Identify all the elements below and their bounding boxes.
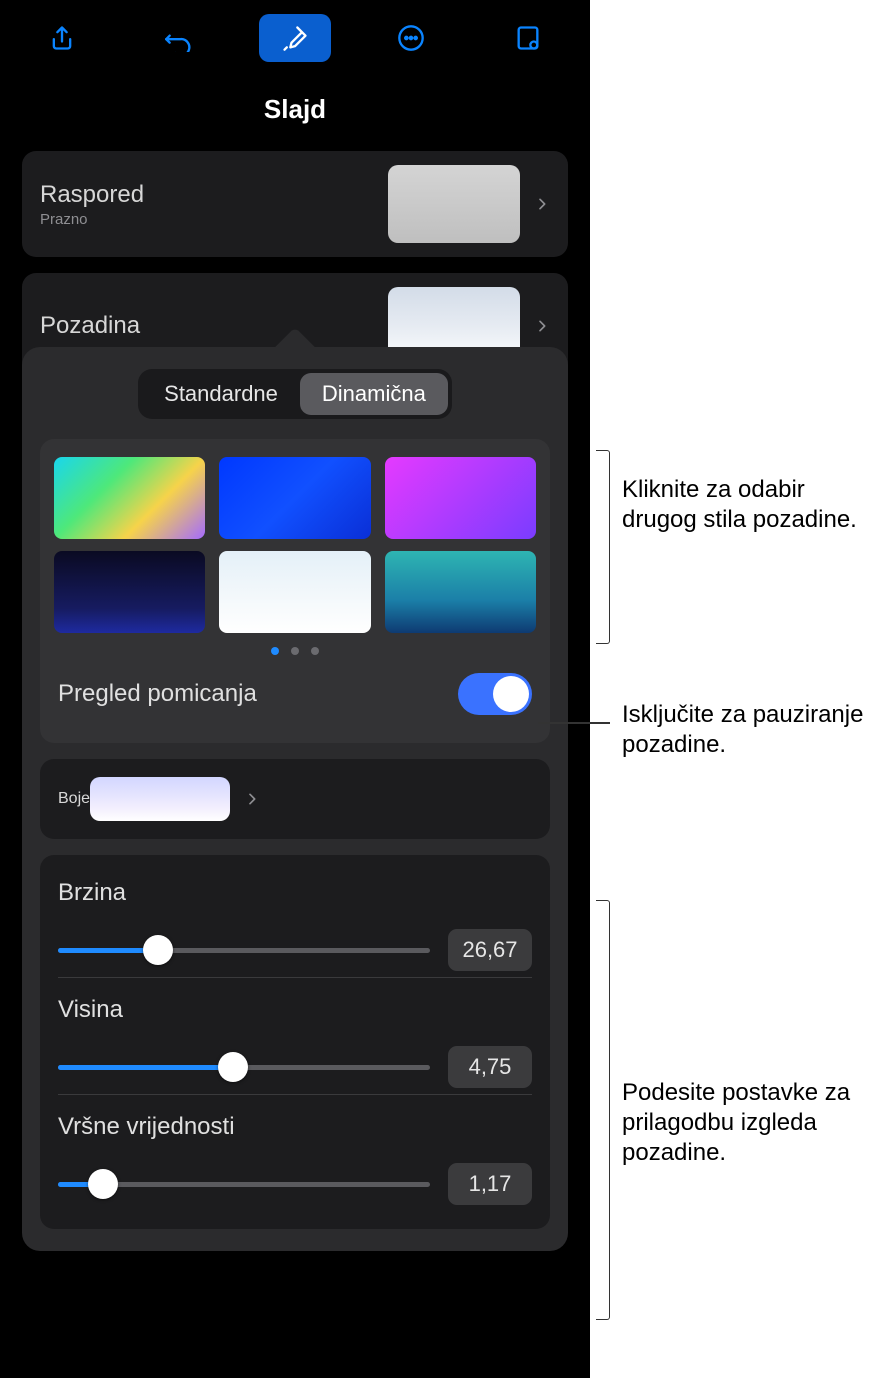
bg-style-3[interactable] [385,457,536,539]
chevron-right-icon [534,196,550,212]
bg-style-4[interactable] [54,551,205,633]
segment-standard[interactable]: Standardne [142,373,300,415]
background-label: Pozadina [40,312,140,340]
share-icon[interactable] [26,14,98,62]
dynamic-background-sliders: Brzina 26,67 Visina [40,855,550,1229]
background-popover: Standardne Dinamična Pr [22,347,568,1251]
peaks-row: Vršne vrijednosti 1,17 [58,1094,532,1211]
height-label: Visina [58,996,532,1024]
background-mode-segment: Standardne Dinamična [138,369,452,419]
speed-row: Brzina 26,67 [58,861,532,977]
callout-bracket-3 [596,900,610,1320]
peaks-label: Vršne vrijednosti [58,1113,532,1141]
speed-slider[interactable] [58,948,430,953]
height-slider[interactable] [58,1065,430,1070]
dynamic-background-swatches: Pregled pomicanja [40,439,550,743]
bg-style-1[interactable] [54,457,205,539]
bg-style-5[interactable] [219,551,370,633]
colors-swatch [90,777,230,821]
colors-row[interactable]: Boje [40,759,550,839]
preview-motion-toggle[interactable] [458,673,532,715]
chevron-right-icon [244,791,260,807]
more-icon[interactable] [375,14,447,62]
top-toolbar [0,0,590,76]
height-row: Visina 4,75 [58,977,532,1094]
layout-sublabel: Prazno [40,211,144,228]
panel-title: Slajd [0,94,590,125]
segment-dynamic[interactable]: Dinamična [300,373,448,415]
layout-row[interactable]: Raspored Prazno [22,151,568,257]
presenter-notes-icon[interactable] [492,14,564,62]
layout-thumb [388,165,520,243]
page-dot-2[interactable] [291,647,299,655]
height-value[interactable]: 4,75 [448,1046,532,1088]
format-paintbrush-icon[interactable] [259,14,331,62]
peaks-slider[interactable] [58,1182,430,1187]
callout-lead-2 [538,722,610,724]
speed-value[interactable]: 26,67 [448,929,532,971]
colors-label: Boje [58,790,90,808]
callout-1-label: Kliknite za odabir drugog stila pozadine… [622,475,878,535]
chevron-right-icon [534,318,550,334]
peaks-value[interactable]: 1,17 [448,1163,532,1205]
callout-2-label: Isključite za pauziranje pozadine. [622,700,878,760]
inspector-panel: Slajd Raspored Prazno Pozadina [0,0,590,1378]
callout-bracket-1 [596,450,610,644]
bg-style-2[interactable] [219,457,370,539]
callout-3-label: Podesite postavke za prilagodbu izgleda … [622,1078,878,1168]
page-dot-1[interactable] [271,647,279,655]
swatch-page-dots[interactable] [54,647,536,655]
layout-label: Raspored [40,181,144,209]
undo-icon[interactable] [143,14,215,62]
bg-style-6[interactable] [385,551,536,633]
preview-motion-label: Pregled pomicanja [58,680,257,708]
speed-label: Brzina [58,879,532,907]
page-dot-3[interactable] [311,647,319,655]
